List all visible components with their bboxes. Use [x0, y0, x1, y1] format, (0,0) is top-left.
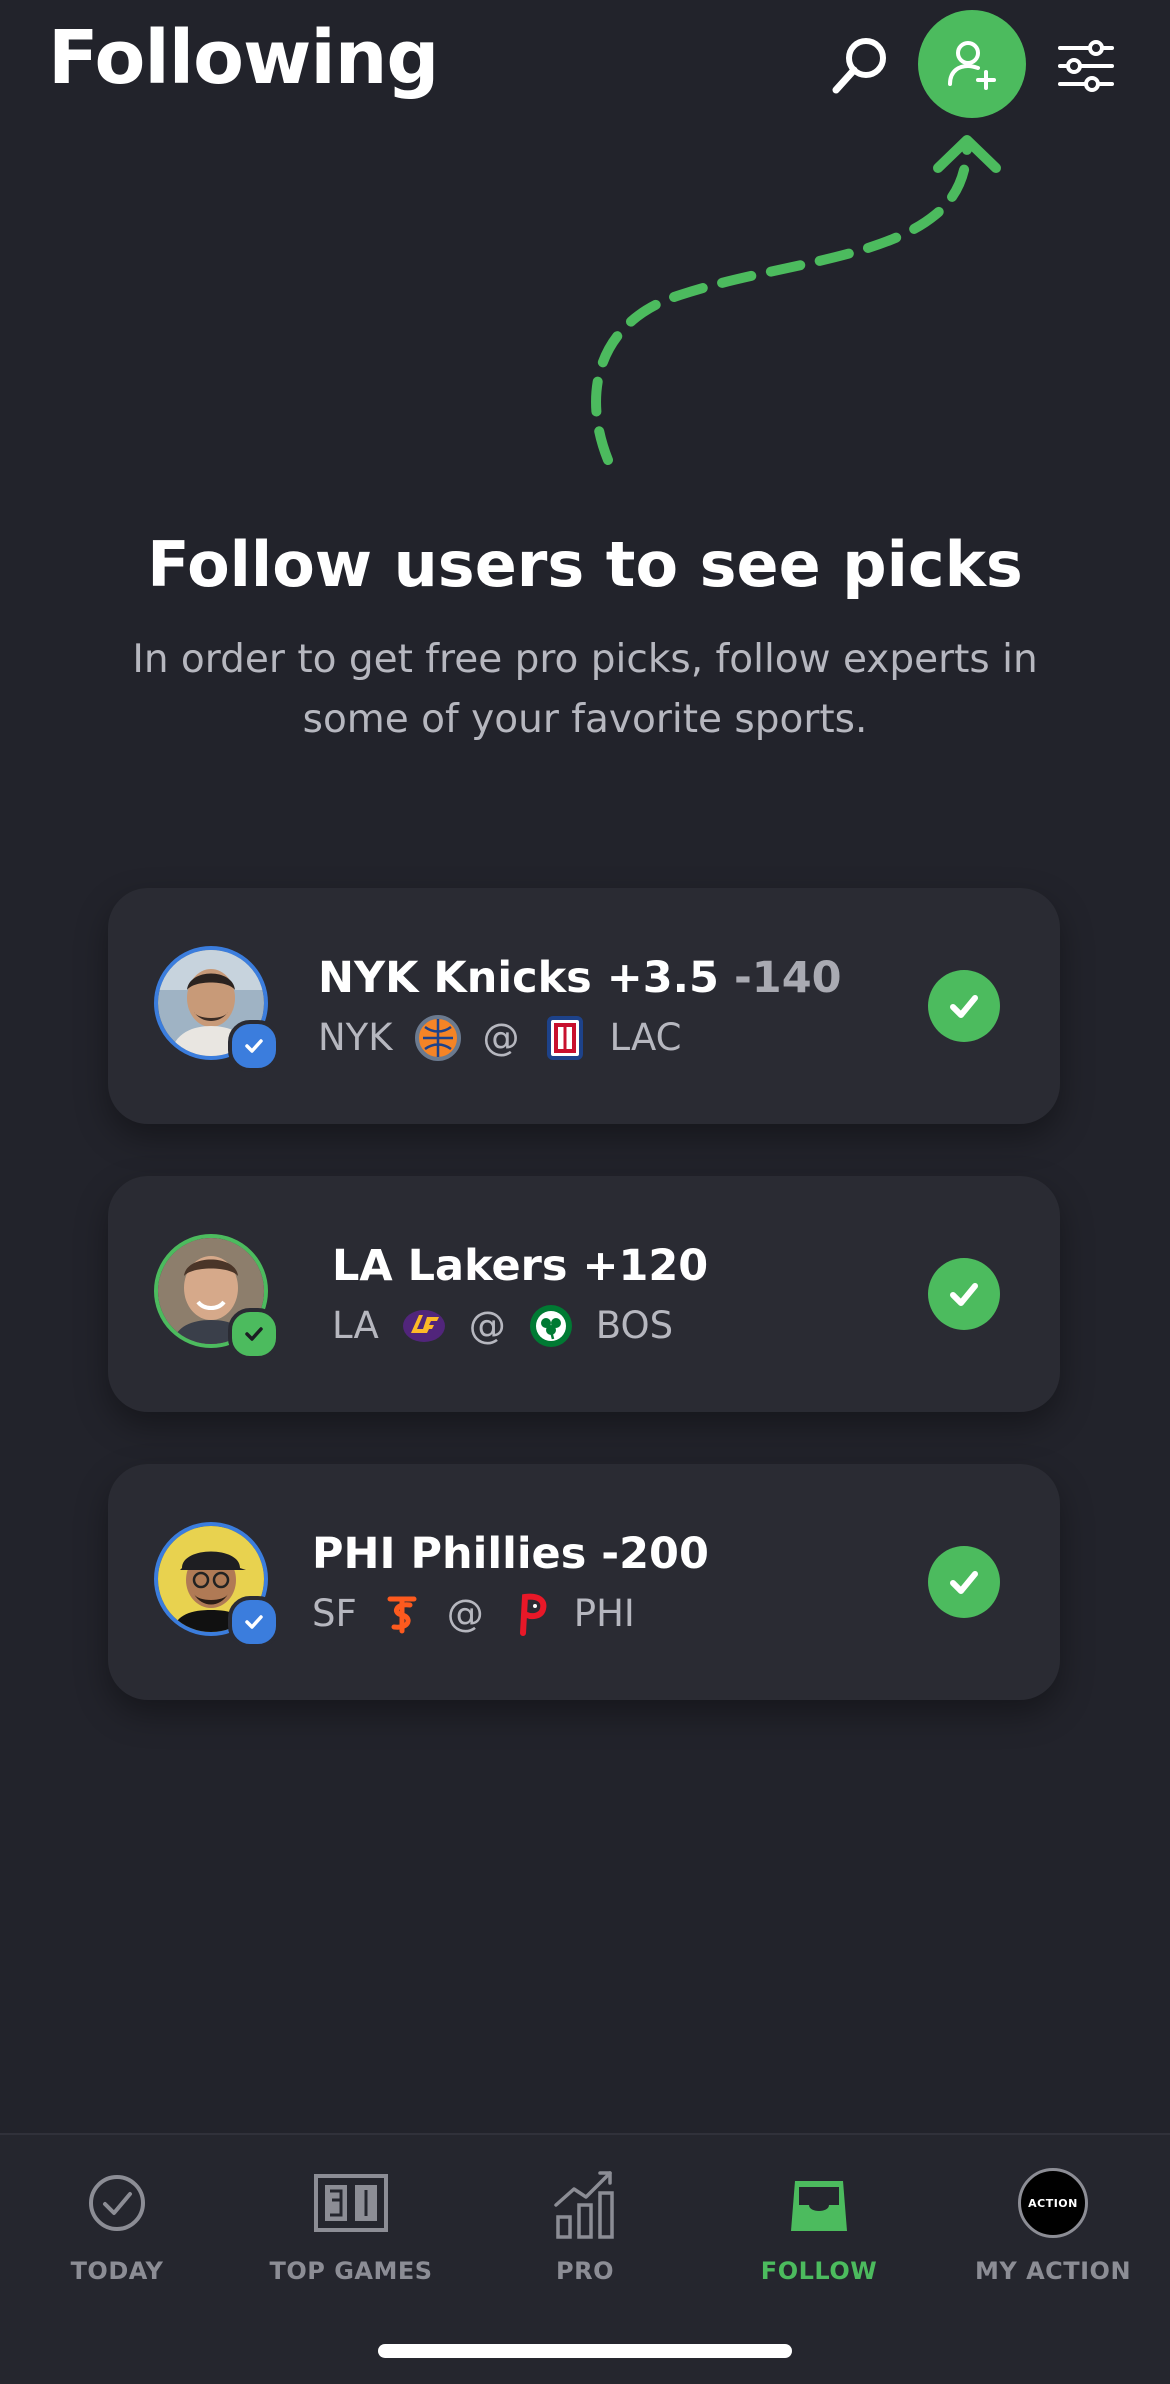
tab-label: FOLLOW — [760, 2257, 878, 2285]
pick-title: NYK Knicks +3.5 -140 — [318, 948, 842, 1008]
lakers-logo-icon — [401, 1303, 447, 1349]
pick-name: LA Lakers +120 — [332, 1241, 709, 1291]
scoreboard-icon — [314, 2174, 388, 2232]
action-logo-icon: ACTION — [1018, 2168, 1088, 2238]
pick-title: LA Lakers +120 — [332, 1236, 708, 1296]
chart-icon — [554, 2171, 614, 2239]
verified-shield-icon — [228, 1308, 280, 1360]
action-logo-text: ACTION — [1028, 2196, 1078, 2210]
home-indicator — [378, 2344, 792, 2358]
matchup: NYK @ LAC — [318, 1012, 682, 1064]
matchup: LA @ BOS — [332, 1300, 673, 1352]
pick-card[interactable]: PHI Phillies -200 SF @ PHI — [108, 1464, 1060, 1700]
pick-name: NYK Knicks +3.5 — [318, 953, 719, 1003]
followed-check-icon[interactable] — [928, 1546, 1000, 1618]
avatar — [154, 946, 280, 1072]
avatar — [154, 1234, 280, 1360]
check-circle-icon — [89, 2175, 145, 2231]
at-symbol: @ — [446, 1592, 484, 1635]
tab-follow[interactable]: FOLLOW — [702, 2163, 936, 2313]
tab-my-action[interactable]: ACTION MY ACTION — [936, 2163, 1170, 2313]
home-team: BOS — [595, 1304, 674, 1347]
tab-pro[interactable]: PRO — [468, 2163, 702, 2313]
celtics-logo-icon — [528, 1303, 574, 1349]
verified-badge-icon — [228, 1596, 280, 1648]
away-team: LA — [332, 1304, 379, 1347]
pick-title: PHI Phillies -200 — [312, 1524, 709, 1584]
empty-state-headline: Follow users to see picks — [147, 528, 1023, 601]
followed-check-icon[interactable] — [928, 1258, 1000, 1330]
away-team: SF — [312, 1592, 357, 1635]
pick-name: PHI Phillies -200 — [312, 1529, 709, 1579]
phillies-logo-icon — [506, 1591, 552, 1637]
avatar — [154, 1522, 280, 1648]
tab-label: TODAY — [70, 2257, 164, 2285]
empty-state-description: In order to get free pro picks, follow e… — [132, 637, 1038, 742]
verified-badge-icon — [228, 1020, 280, 1072]
dashed-arrow-graphic — [591, 135, 1001, 465]
home-team: PHI — [573, 1592, 635, 1635]
at-symbol: @ — [482, 1016, 520, 1059]
giants-logo-icon — [379, 1591, 425, 1637]
inbox-icon — [791, 2181, 847, 2231]
clippers-logo-icon — [542, 1015, 588, 1061]
matchup: SF @ PHI — [312, 1588, 635, 1640]
knicks-logo-icon — [414, 1015, 461, 1061]
at-symbol: @ — [468, 1304, 506, 1347]
tab-top-games[interactable]: TOP GAMES — [234, 2163, 468, 2313]
tab-today[interactable]: TODAY — [0, 2163, 234, 2313]
tab-label: MY ACTION — [974, 2257, 1132, 2285]
pick-odds: -140 — [733, 953, 842, 1003]
pick-card[interactable]: NYK Knicks +3.5 -140 NYK @ LAC — [108, 888, 1060, 1124]
tab-label: PRO — [556, 2257, 614, 2285]
pick-card[interactable]: LA Lakers +120 LA @ BOS — [108, 1176, 1060, 1412]
home-team: LAC — [609, 1016, 682, 1059]
tab-label: TOP GAMES — [269, 2257, 433, 2285]
followed-check-icon[interactable] — [928, 970, 1000, 1042]
away-team: NYK — [318, 1016, 393, 1059]
